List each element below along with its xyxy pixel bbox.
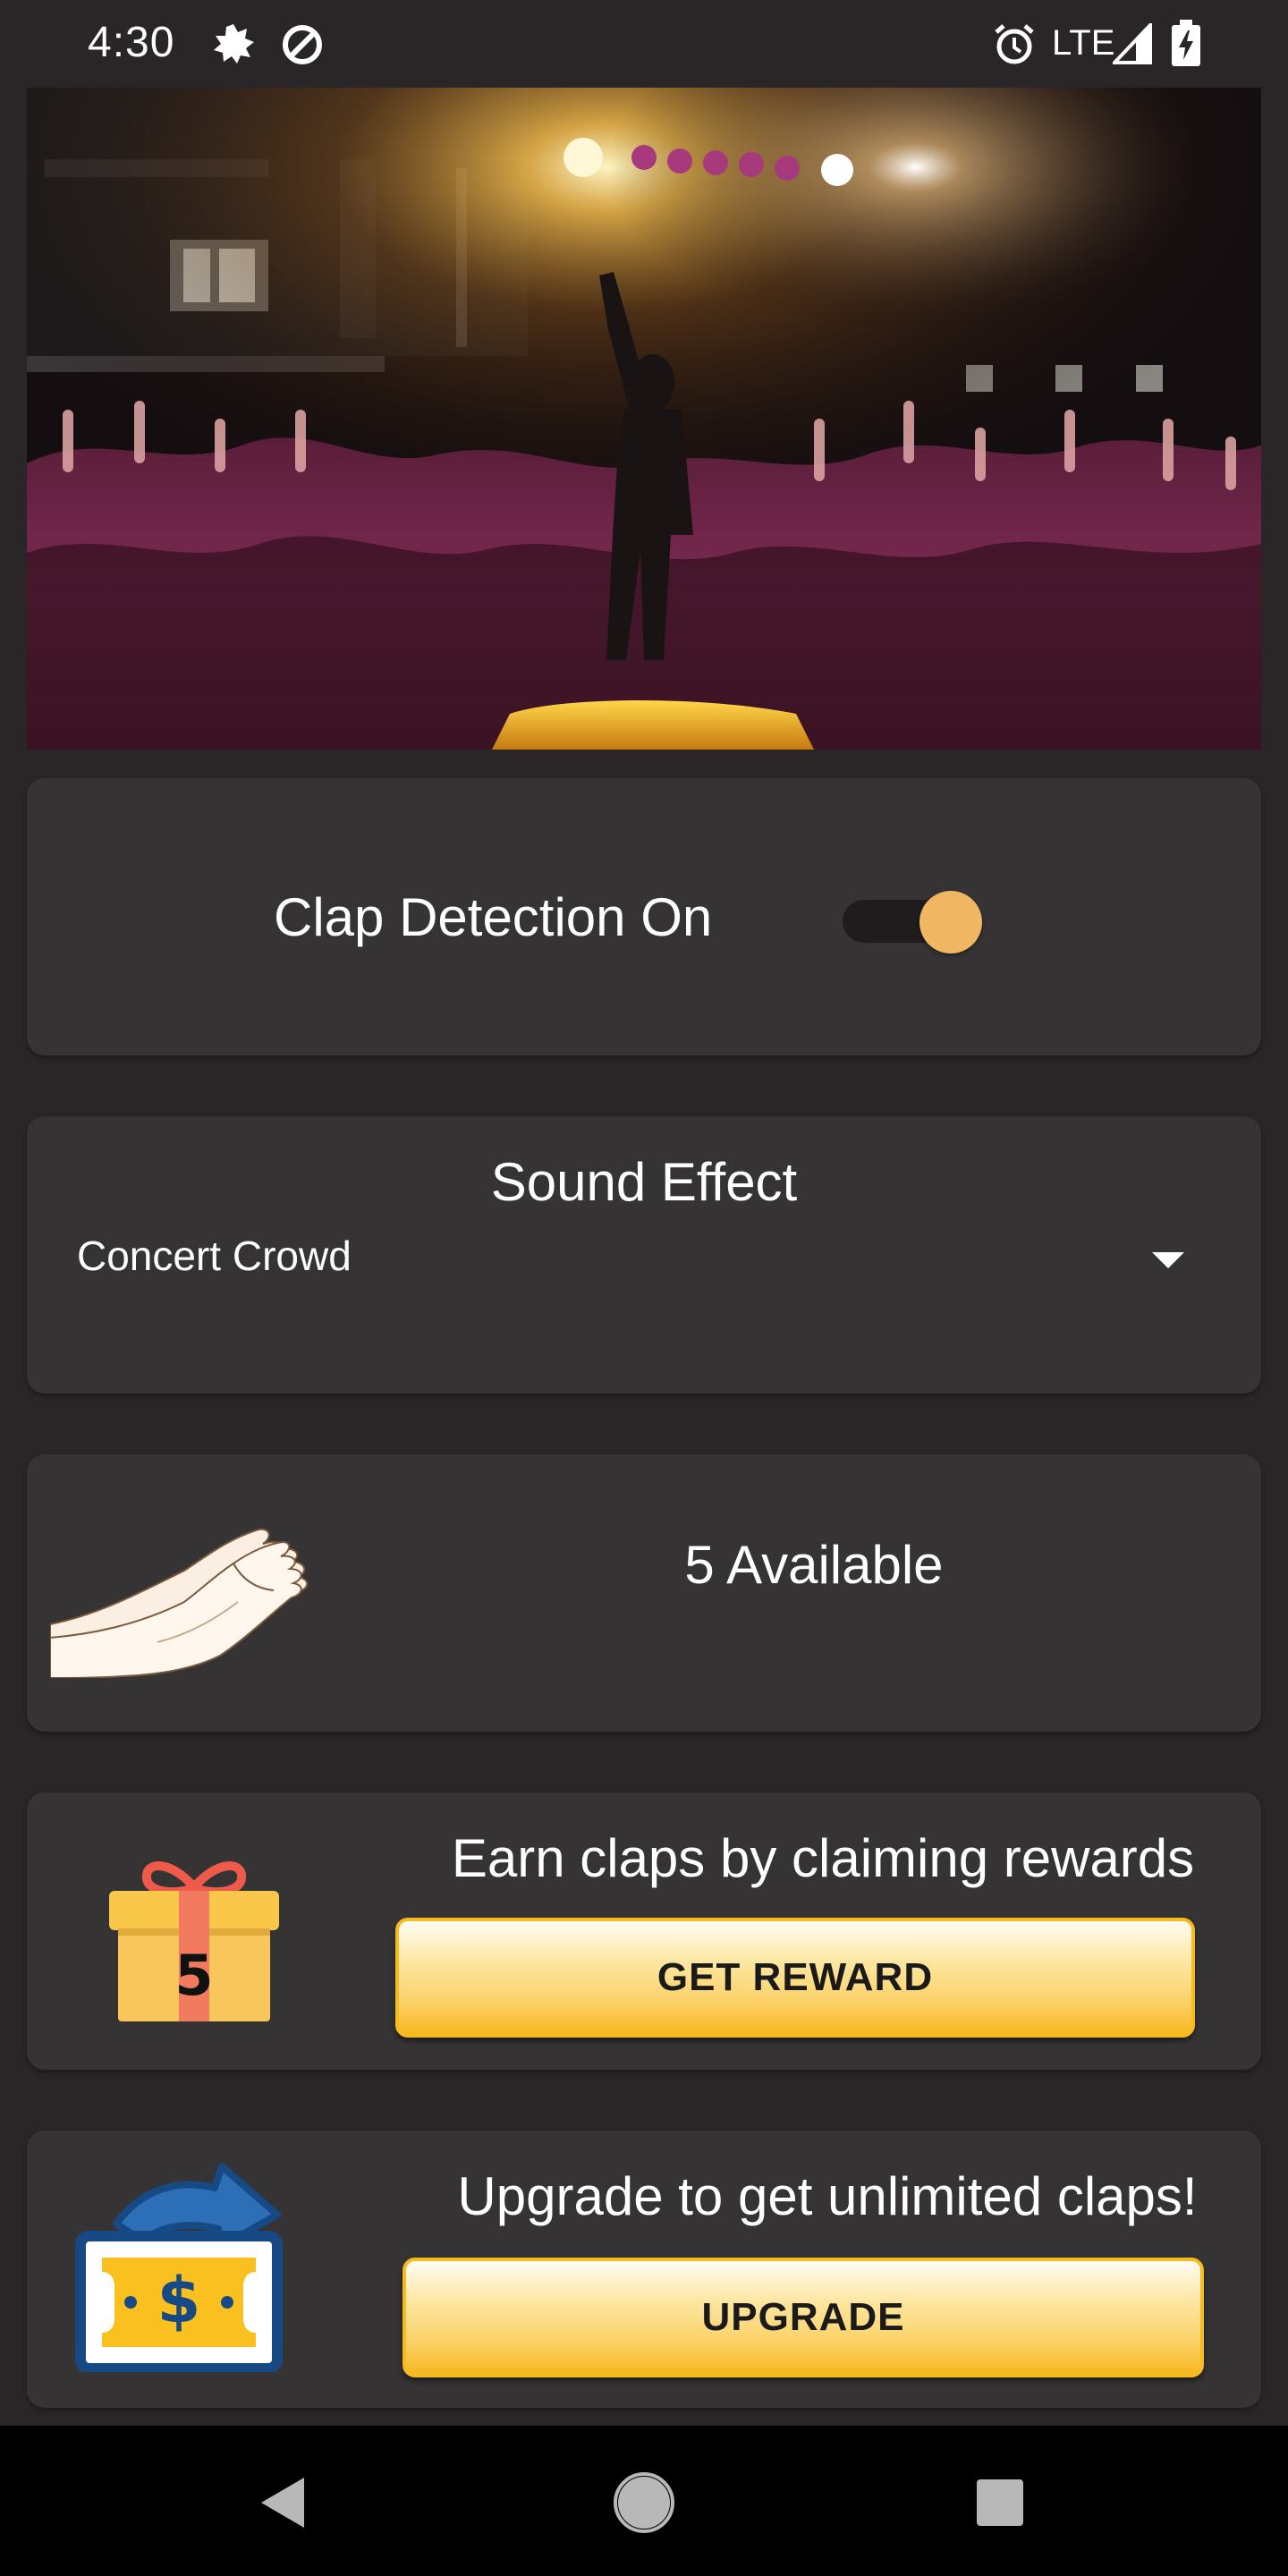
money-upgrade-icon: $ bbox=[75, 2163, 283, 2372]
concert-photo bbox=[27, 88, 1261, 750]
status-bar: 4:30 LTE bbox=[0, 0, 1288, 86]
sound-effect-dropdown[interactable]: Concert Crowd bbox=[63, 1220, 1225, 1292]
upgrade-card: $ Upgrade to get unlimited claps! UPGRAD… bbox=[27, 2131, 1261, 2408]
data-saver-icon bbox=[283, 25, 322, 64]
sound-effect-selected: Concert Crowd bbox=[77, 1233, 352, 1279]
claps-available-label: 5 Available bbox=[684, 1535, 944, 1595]
back-icon[interactable] bbox=[249, 2467, 320, 2538]
reward-card: 5 Earn claps by claiming rewards GET REW… bbox=[27, 1792, 1261, 2070]
reward-text: Earn claps by claiming rewards bbox=[451, 1828, 1195, 1888]
home-icon[interactable] bbox=[608, 2467, 680, 2538]
clap-detection-switch[interactable] bbox=[837, 880, 982, 953]
navigation-bar bbox=[0, 2426, 1288, 2576]
get-reward-button[interactable]: GET REWARD bbox=[395, 1918, 1195, 2038]
sound-effect-title: Sound Effect bbox=[490, 1152, 798, 1212]
claps-available-card: 5 Available bbox=[27, 1454, 1261, 1732]
upgrade-button[interactable]: UPGRADE bbox=[402, 2258, 1204, 2377]
upgrade-text: Upgrade to get unlimited claps! bbox=[457, 2166, 1198, 2226]
dropdown-arrow-icon bbox=[1152, 1252, 1184, 1268]
clap-detection-label: Clap Detection On bbox=[274, 887, 713, 947]
status-time: 4:30 bbox=[88, 19, 175, 66]
notification-burst-icon bbox=[214, 24, 254, 64]
alarm-icon bbox=[995, 24, 1034, 64]
clapping-hands-icon bbox=[50, 1528, 309, 1678]
sound-effect-card: Sound Effect Concert Crowd bbox=[27, 1116, 1261, 1394]
network-type: LTE bbox=[1052, 23, 1115, 63]
battery-charging-icon bbox=[1172, 20, 1200, 66]
signal-icon bbox=[1113, 23, 1152, 64]
gift-number: 5 bbox=[174, 1943, 213, 2008]
svg-text:$: $ bbox=[157, 2264, 201, 2337]
switch-thumb bbox=[919, 891, 982, 953]
recents-icon[interactable] bbox=[964, 2467, 1036, 2538]
clap-detection-card: Clap Detection On bbox=[27, 778, 1261, 1055]
gift-box-icon: 5 bbox=[109, 1861, 279, 2021]
